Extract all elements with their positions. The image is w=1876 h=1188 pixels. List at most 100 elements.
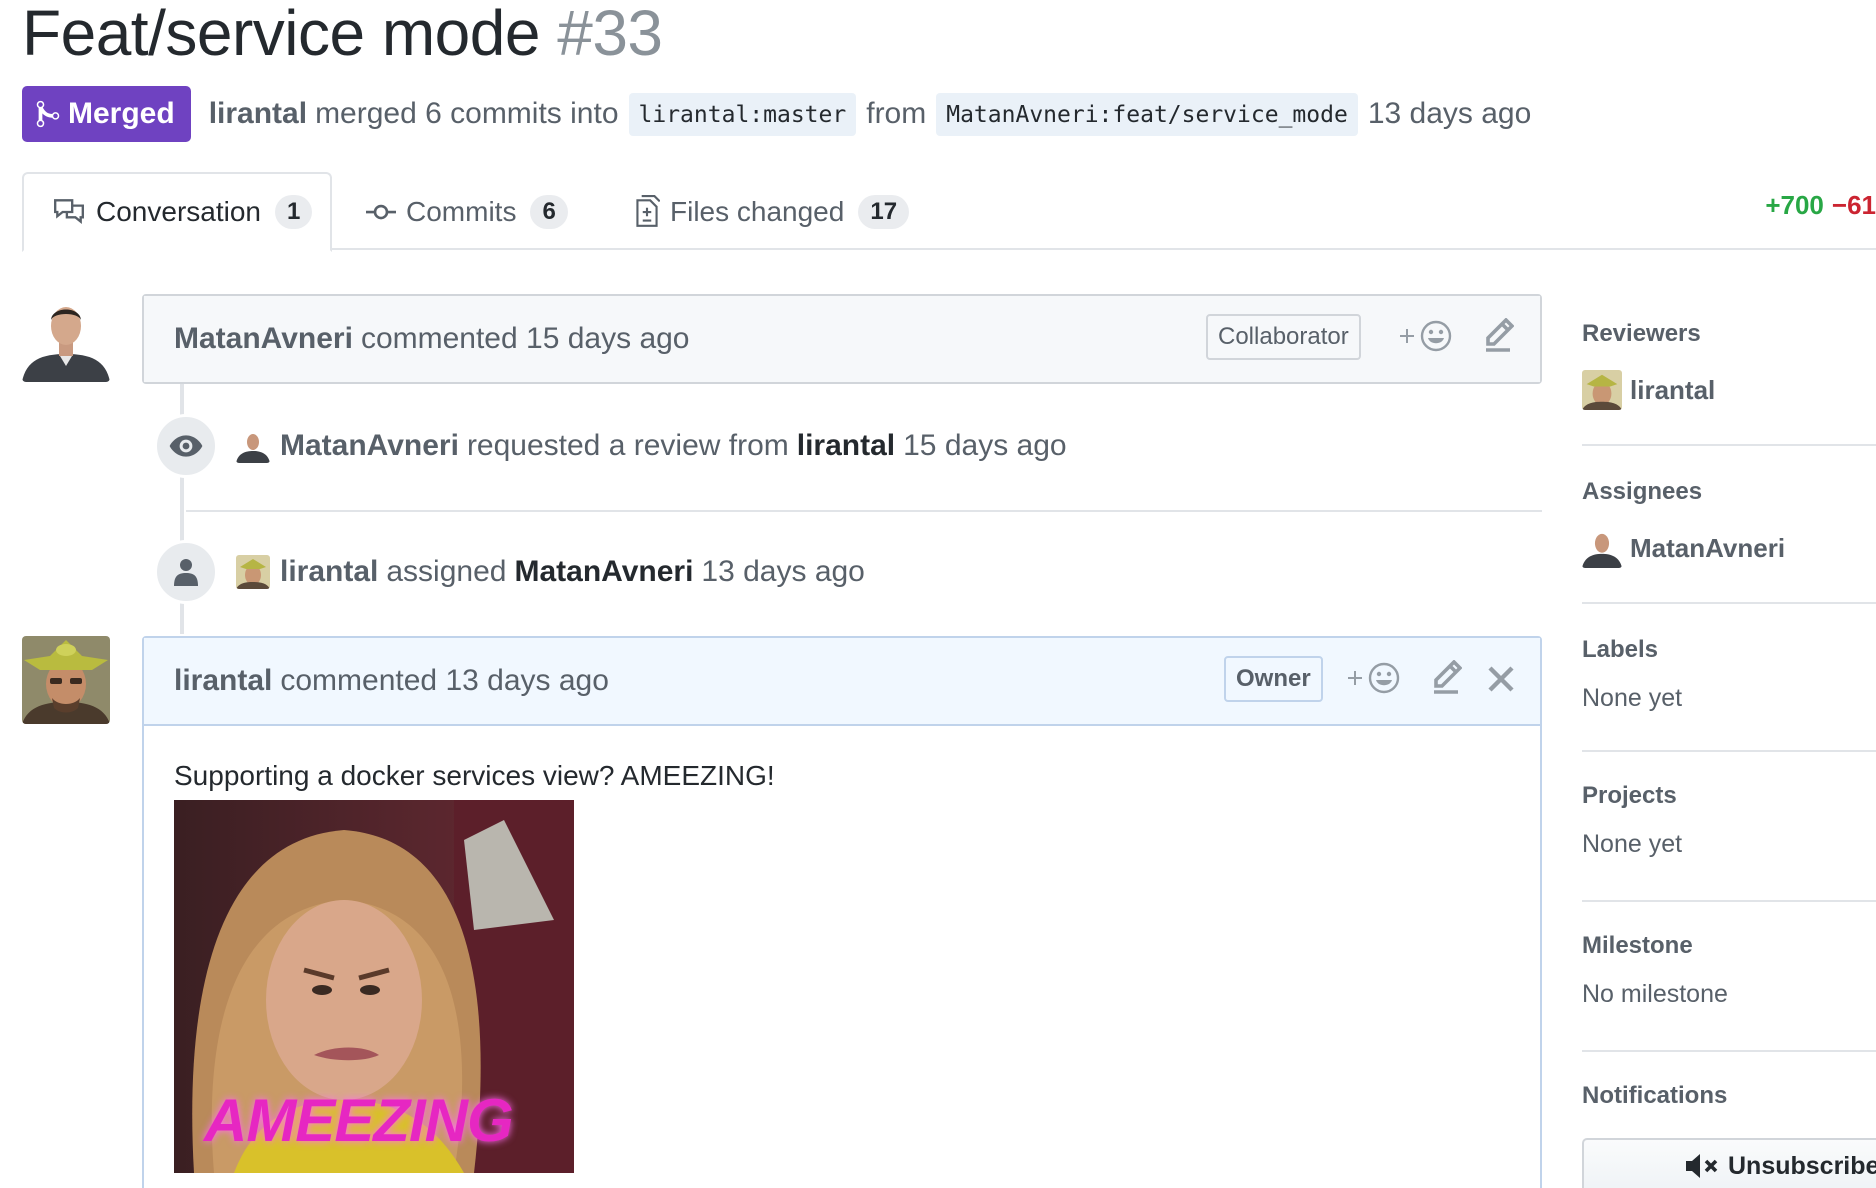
comment-timestamp-link[interactable]: 15 days ago bbox=[526, 322, 689, 356]
sidebar-heading-milestone[interactable]: Milestone bbox=[1582, 902, 1876, 960]
sidebar-notifications: Notifications bbox=[1582, 1052, 1876, 1110]
sidebar-heading-labels[interactable]: Labels bbox=[1582, 604, 1876, 664]
merged-time: 13 days ago bbox=[1367, 97, 1532, 130]
comment-discussion-icon bbox=[54, 199, 84, 224]
comment-text: Supporting a docker services view? AMEEZ… bbox=[174, 760, 775, 791]
comment-action: commented bbox=[280, 664, 438, 697]
sidebar-labels: Labels None yet bbox=[1582, 604, 1876, 752]
head-branch[interactable]: MatanAvneri:feat/service_mode bbox=[936, 92, 1358, 136]
avatar-lirantal-image bbox=[22, 636, 110, 724]
mini-avatar-lirantal[interactable] bbox=[236, 555, 270, 589]
milestone-value: No milestone bbox=[1582, 980, 1728, 1008]
sidebar-reviewers: Reviewers lirantal bbox=[1582, 296, 1876, 446]
tab-files-changed[interactable]: Files changed 17 bbox=[634, 172, 910, 252]
git-merge-icon bbox=[36, 100, 60, 128]
event-target-link[interactable]: MatanAvneri bbox=[514, 555, 693, 589]
merged-state-badge: Merged bbox=[22, 86, 191, 142]
file-diff-icon bbox=[636, 195, 660, 227]
comment-author-link[interactable]: lirantal bbox=[174, 664, 272, 698]
sidebar-heading-reviewers[interactable]: Reviewers bbox=[1582, 296, 1876, 348]
merged-label: Merged bbox=[68, 97, 175, 130]
comment-author-link[interactable]: MatanAvneri bbox=[174, 322, 353, 356]
review-badge bbox=[154, 414, 218, 478]
smiley-icon bbox=[1400, 320, 1452, 352]
event-actor-link[interactable]: MatanAvneri bbox=[280, 429, 459, 463]
add-reaction-button[interactable] bbox=[1346, 660, 1402, 704]
diffstat-deletions: −61 bbox=[1831, 190, 1876, 220]
assignee-avatar bbox=[1582, 528, 1622, 568]
close-icon bbox=[1488, 666, 1514, 692]
comment-header: MatanAvneri commented 15 days ago Collab… bbox=[144, 296, 1540, 382]
timeline-divider bbox=[186, 510, 1542, 512]
edit-comment-button[interactable] bbox=[1430, 659, 1463, 704]
event-time: 13 days ago bbox=[701, 555, 865, 588]
gif-caption: AMEEZING bbox=[204, 1087, 514, 1154]
pr-meta: Merged lirantal merged 6 commits into li… bbox=[22, 86, 1531, 142]
tab-commits-label: Commits bbox=[406, 196, 517, 227]
timeline-event-review-request: MatanAvneri requested a review from lira… bbox=[154, 402, 1067, 490]
diffstat: +700 −61 bbox=[1765, 190, 1876, 221]
comment-matanavneri: MatanAvneri commented 15 days ago Collab… bbox=[142, 294, 1542, 384]
event-time: 15 days ago bbox=[903, 429, 1067, 462]
reviewer-name: lirantal bbox=[1630, 374, 1716, 405]
tab-files-changed-label: Files changed bbox=[670, 196, 845, 227]
delete-comment-button[interactable] bbox=[1486, 660, 1516, 704]
pr-number: #33 bbox=[557, 0, 663, 69]
mini-avatar-matanavneri[interactable] bbox=[236, 429, 270, 463]
page-title: Feat/service mode #33 bbox=[22, 0, 663, 70]
mute-icon bbox=[1686, 1154, 1718, 1178]
pencil-icon bbox=[1486, 317, 1515, 352]
comment-body: Supporting a docker services view? AMEEZ… bbox=[144, 726, 1540, 1173]
reviewer-avatar-image bbox=[1582, 370, 1622, 410]
assignee-item[interactable]: MatanAvneri bbox=[1582, 528, 1876, 568]
person-icon bbox=[174, 559, 198, 586]
comment-timestamp-link[interactable]: 13 days ago bbox=[445, 664, 608, 698]
tab-conversation[interactable]: Conversation 1 bbox=[22, 172, 332, 252]
merged-text: merged 6 commits into bbox=[315, 97, 619, 130]
event-actor-link[interactable]: lirantal bbox=[280, 555, 378, 589]
labels-value: None yet bbox=[1582, 684, 1683, 712]
sidebar-heading-assignees[interactable]: Assignees bbox=[1582, 446, 1876, 506]
event-text: assigned bbox=[386, 555, 507, 588]
sidebar: Reviewers lirantal Assignees MatanAvneri… bbox=[1582, 296, 1876, 1188]
reviewer-item[interactable]: lirantal bbox=[1582, 370, 1876, 410]
sidebar-projects: Projects None yet bbox=[1582, 752, 1876, 902]
tab-files-changed-count: 17 bbox=[858, 195, 910, 229]
pr-title-text: Feat/service mode bbox=[22, 0, 540, 69]
tab-conversation-count: 1 bbox=[274, 195, 313, 229]
avatar-matanavneri-image bbox=[22, 294, 110, 382]
git-commit-icon bbox=[366, 204, 396, 220]
pr-author-link[interactable]: lirantal bbox=[209, 97, 307, 131]
pencil-icon bbox=[1434, 659, 1463, 694]
tab-conversation-label: Conversation bbox=[96, 196, 261, 227]
reaction-gif[interactable]: AMEEZING bbox=[174, 800, 574, 1173]
diffstat-additions: +700 bbox=[1765, 190, 1824, 220]
sidebar-heading-notifications: Notifications bbox=[1582, 1082, 1728, 1109]
tab-commits-count: 6 bbox=[530, 195, 568, 229]
sidebar-assignees: Assignees MatanAvneri bbox=[1582, 446, 1876, 604]
event-text: requested a review from bbox=[466, 429, 789, 462]
avatar-lirantal[interactable] bbox=[22, 636, 110, 724]
comment-header: lirantal commented 13 days ago Owner bbox=[144, 638, 1540, 726]
avatar-matanavneri[interactable] bbox=[22, 294, 110, 382]
edit-comment-button[interactable] bbox=[1482, 317, 1515, 362]
unsubscribe-button[interactable]: Unsubscribe bbox=[1582, 1138, 1876, 1188]
projects-value: None yet bbox=[1582, 830, 1683, 858]
add-reaction-button[interactable] bbox=[1398, 318, 1454, 362]
eye-icon bbox=[169, 435, 203, 457]
owner-label: Owner bbox=[1224, 656, 1323, 702]
comment-lirantal: lirantal commented 13 days ago Owner Sup… bbox=[142, 636, 1542, 1188]
sidebar-milestone: Milestone No milestone bbox=[1582, 902, 1876, 1052]
comment-action: commented bbox=[360, 322, 518, 355]
unsubscribe-label: Unsubscribe bbox=[1728, 1151, 1876, 1180]
tab-commits[interactable]: Commits 6 bbox=[366, 172, 568, 252]
assign-badge bbox=[154, 540, 218, 604]
event-target-link[interactable]: lirantal bbox=[797, 429, 895, 463]
mini-avatar-lirantal-image bbox=[236, 555, 270, 589]
mini-avatar-matanavneri-image bbox=[236, 429, 270, 463]
base-branch[interactable]: lirantal:master bbox=[628, 92, 857, 136]
assignee-avatar-image bbox=[1582, 528, 1622, 568]
sidebar-heading-projects[interactable]: Projects bbox=[1582, 752, 1876, 810]
assignee-name: MatanAvneri bbox=[1630, 532, 1786, 563]
reviewer-avatar bbox=[1582, 370, 1622, 410]
